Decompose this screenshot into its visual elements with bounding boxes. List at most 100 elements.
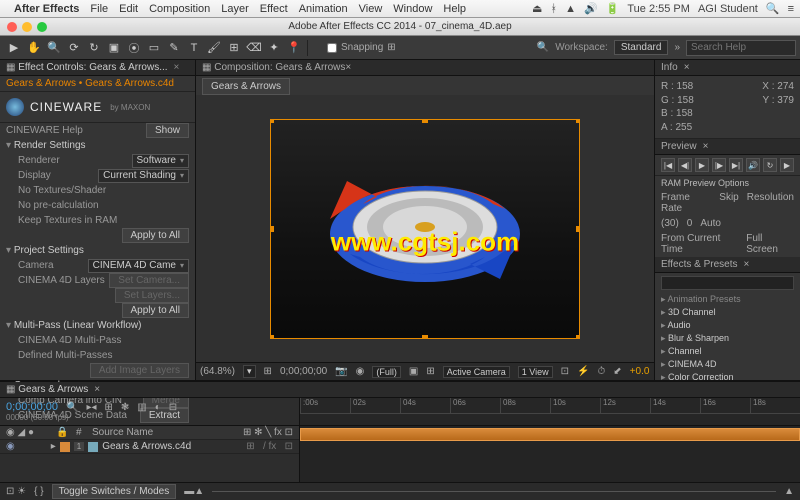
handle-mr[interactable]: [576, 226, 580, 232]
ep-blur[interactable]: Blur & Sharpen: [655, 332, 800, 345]
snapping-mode-icon[interactable]: ⊞: [387, 42, 395, 53]
ep-animation-presets[interactable]: Animation Presets: [655, 293, 800, 306]
timeline-track-area[interactable]: [300, 426, 800, 482]
shape-tool-icon[interactable]: ▭: [144, 39, 164, 57]
toggle-switches-button[interactable]: Toggle Switches / Modes: [52, 484, 177, 499]
close-info-icon[interactable]: ×: [684, 62, 690, 73]
ep-cinema4d[interactable]: CINEMA 4D: [655, 358, 800, 371]
tl-search-icon[interactable]: 🔍: [66, 402, 78, 413]
close-comp-tab-icon[interactable]: ×: [345, 62, 351, 73]
roto-tool-icon[interactable]: ✦: [264, 39, 284, 57]
loop-button[interactable]: ↻: [763, 158, 777, 172]
layer-label-color[interactable]: [60, 442, 70, 452]
tl-draft3d-icon[interactable]: ⊞: [105, 402, 113, 413]
snapping-toggle[interactable]: Snapping ⊞: [327, 42, 396, 53]
ep-audio[interactable]: Audio: [655, 319, 800, 332]
switches-column-icon[interactable]: ⊞ ✻ ╲ fx ⊡: [243, 427, 293, 438]
close-ep-icon[interactable]: ×: [744, 259, 750, 270]
zoom-out-timeline-icon[interactable]: ▬▲: [184, 486, 204, 497]
tl-frame-blend-icon[interactable]: ▥: [137, 402, 146, 413]
snapping-checkbox[interactable]: [327, 43, 337, 53]
resolution-preview-dropdown[interactable]: Auto: [700, 218, 721, 229]
bluetooth-icon[interactable]: ᚼ: [550, 3, 557, 15]
menu-view[interactable]: View: [359, 3, 383, 15]
user-label[interactable]: AGI Student: [698, 3, 758, 15]
av-column-icon[interactable]: ◉ ◢ ●: [6, 427, 56, 438]
camera-tool-icon[interactable]: ▣: [104, 39, 124, 57]
layer-row[interactable]: ◉ ▸ 1 Gears & Arrows.c4d ⊞ / fx ⊡: [0, 440, 299, 454]
audio-button[interactable]: 🔊: [746, 158, 760, 172]
resolution-icon[interactable]: ⊞: [264, 366, 272, 377]
effects-search-input[interactable]: [661, 276, 794, 290]
expand-layer-icon[interactable]: ▸: [51, 441, 56, 452]
hand-tool-icon[interactable]: ✋: [24, 39, 44, 57]
close-preview-icon[interactable]: ×: [703, 141, 709, 152]
selection-tool-icon[interactable]: ▶: [4, 39, 24, 57]
snapshot-icon[interactable]: 📷: [335, 366, 347, 377]
play-button[interactable]: ▶: [695, 158, 709, 172]
rotate-tool-icon[interactable]: ↻: [84, 39, 104, 57]
brush-tool-icon[interactable]: 🖌: [204, 39, 224, 57]
prev-frame-button[interactable]: ◀|: [678, 158, 692, 172]
handle-bl[interactable]: [270, 335, 274, 339]
label-column-icon[interactable]: 🔒: [56, 427, 76, 438]
workspace-arrow-icon[interactable]: »: [674, 42, 680, 53]
text-tool-icon[interactable]: T: [184, 39, 204, 57]
info-tab[interactable]: Info: [661, 62, 678, 73]
workspace-dropdown[interactable]: Standard: [614, 40, 669, 55]
camera-dropdown[interactable]: CINEMA 4D Came: [88, 259, 189, 273]
menu-window[interactable]: Window: [393, 3, 432, 15]
fullscreen-checkbox[interactable]: Full Screen: [746, 233, 794, 255]
tl-menu-icon[interactable]: ▦: [6, 384, 15, 395]
wifi-icon[interactable]: ⏏: [532, 2, 542, 15]
no-precalc-checkbox[interactable]: No pre-calculation: [18, 200, 99, 211]
ram-preview-options-label[interactable]: RAM Preview Options: [655, 176, 800, 190]
menu-app[interactable]: After Effects: [14, 3, 79, 15]
handle-tr[interactable]: [576, 119, 580, 123]
handle-bm[interactable]: [422, 335, 428, 339]
pixel-aspect-icon[interactable]: ⊡: [561, 366, 569, 377]
set-camera-button[interactable]: Set Camera...: [109, 273, 189, 288]
view-layout-dropdown[interactable]: 1 View: [518, 366, 553, 378]
close-timeline-icon[interactable]: ×: [94, 384, 100, 395]
pen-tool-icon[interactable]: ✎: [164, 39, 184, 57]
ram-preview-button[interactable]: ▶: [780, 158, 794, 172]
tl-graph-icon[interactable]: ⊟: [169, 402, 177, 413]
handle-ml[interactable]: [270, 226, 274, 232]
exposure-value[interactable]: +0.0: [630, 366, 650, 377]
menu-icon[interactable]: ≡: [788, 3, 794, 15]
timeline-zoom-slider[interactable]: [212, 491, 776, 492]
comp-panel-menu-icon[interactable]: ▦: [202, 62, 211, 73]
toggle-view-icon[interactable]: ⊡ ☀: [6, 486, 26, 497]
close-window-button[interactable]: [7, 22, 17, 32]
menu-edit[interactable]: Edit: [119, 3, 138, 15]
roi-icon[interactable]: ▣: [409, 366, 418, 377]
from-current-checkbox[interactable]: From Current Time: [661, 233, 740, 255]
framerate-dropdown[interactable]: (30): [661, 218, 679, 229]
show-button[interactable]: Show: [146, 123, 189, 138]
panel-menu-icon[interactable]: ▦: [6, 62, 15, 73]
volume-icon[interactable]: 🔊: [584, 2, 598, 15]
renderer-dropdown[interactable]: Software: [132, 154, 189, 168]
wifi2-icon[interactable]: ▲: [565, 3, 576, 15]
project-settings-section[interactable]: Project Settings: [0, 243, 195, 258]
zoom-display[interactable]: (64.8%): [200, 366, 235, 377]
clock[interactable]: Tue 2:55 PM: [627, 3, 690, 15]
channel-icon[interactable]: ◉: [356, 366, 365, 377]
apply-all-project-button[interactable]: Apply to All: [122, 303, 189, 318]
tl-comp-mini-icon[interactable]: ▸◂: [86, 402, 96, 413]
time-ruler[interactable]: :00s 02s 04s 06s 08s 10s 12s 14s 16s 18s: [300, 398, 800, 414]
help-search-input[interactable]: [686, 40, 796, 56]
timecode-display[interactable]: 0;00;00;00: [280, 366, 327, 377]
timeline-tab[interactable]: Gears & Arrows: [18, 384, 88, 395]
comp-tab[interactable]: Gears & Arrows: [202, 78, 290, 95]
eraser-tool-icon[interactable]: ⌫: [244, 39, 264, 57]
fast-preview-icon[interactable]: ⚡: [577, 366, 589, 377]
composition-viewer[interactable]: www.cgtsj.com: [196, 95, 654, 362]
tl-motion-blur-icon[interactable]: ◐: [155, 402, 161, 413]
puppet-tool-icon[interactable]: 📍: [284, 39, 304, 57]
minimize-window-button[interactable]: [22, 22, 32, 32]
composition-panel-tab[interactable]: Composition: Gears & Arrows: [214, 62, 345, 73]
ep-channel[interactable]: Channel: [655, 345, 800, 358]
grid-icon[interactable]: ⊞: [426, 366, 434, 377]
